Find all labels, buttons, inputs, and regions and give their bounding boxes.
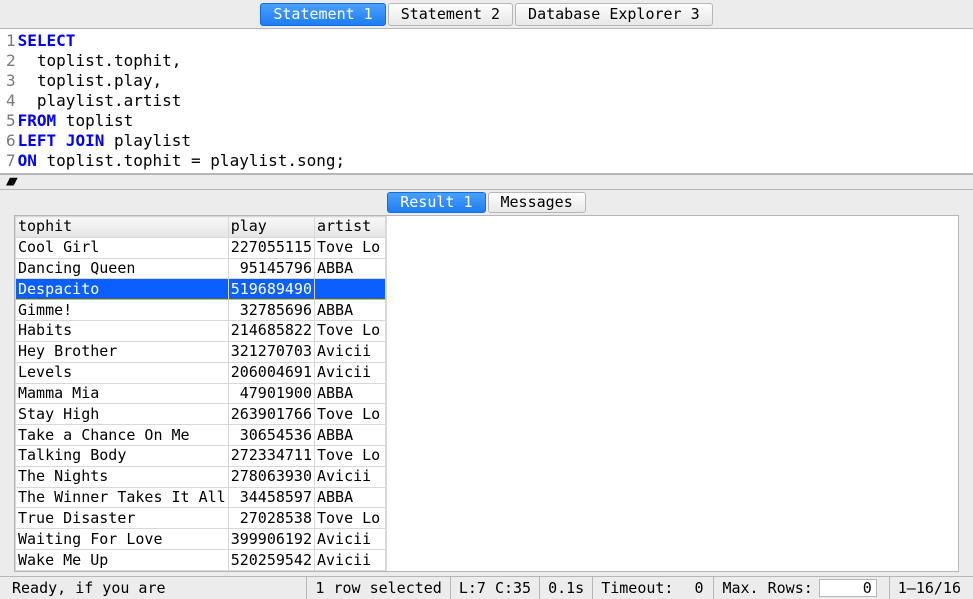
table-cell[interactable]: 520259542 <box>228 550 314 571</box>
table-cell[interactable]: 263901766 <box>228 404 314 425</box>
table-cell[interactable]: 272334711 <box>228 445 314 466</box>
status-selection: 1 row selected <box>307 577 450 599</box>
table-row[interactable]: Habits214685822Tove Lo <box>16 321 386 342</box>
table-row[interactable]: Stay High263901766Tove Lo <box>16 404 386 425</box>
table-cell[interactable]: Tove Lo <box>315 445 386 466</box>
table-row[interactable]: Waiting For Love399906192Avicii <box>16 529 386 550</box>
table-cell[interactable]: Talking Body <box>16 445 229 466</box>
table-cell[interactable]: 519689490 <box>228 279 314 300</box>
results-tabbar: Result 1Messages <box>0 190 973 215</box>
table-cell[interactable]: Tove Lo <box>315 321 386 342</box>
table-row[interactable]: True Disaster27028538Tove Lo <box>16 508 386 529</box>
table-cell[interactable]: Tove Lo <box>315 508 386 529</box>
split-arrows-icon: ▲▼ <box>6 174 14 189</box>
table-cell[interactable]: The Nights <box>16 466 229 487</box>
table-cell[interactable]: ABBA <box>315 383 386 404</box>
table-cell[interactable]: ABBA <box>315 487 386 508</box>
table-cell[interactable]: Habits <box>16 321 229 342</box>
table-cell[interactable]: Tove Lo <box>315 404 386 425</box>
table-cell[interactable]: Take a Chance On Me <box>16 425 229 446</box>
table-row[interactable]: Cool Girl227055115Tove Lo <box>16 237 386 258</box>
sql-editor-panel: 1 2 3 4 5 6 7 SELECT toplist.tophit, top… <box>0 29 973 174</box>
top-tab-1[interactable]: Statement 2 <box>388 3 513 26</box>
table-cell[interactable]: Avicii <box>315 362 386 383</box>
table-cell[interactable]: 30654536 <box>228 425 314 446</box>
table-header-artist[interactable]: artist <box>315 217 386 238</box>
table-cell[interactable]: Avicii <box>315 341 386 362</box>
table-cell[interactable]: ABBA <box>315 258 386 279</box>
status-paging: 1–16/16 <box>890 577 969 599</box>
table-cell[interactable]: Despacito <box>16 279 229 300</box>
table-row[interactable]: Wake Me Up520259542Avicii <box>16 550 386 571</box>
table-cell[interactable]: 206004691 <box>228 362 314 383</box>
table-cell[interactable]: 399906192 <box>228 529 314 550</box>
table-row[interactable]: Dancing Queen95145796ABBA <box>16 258 386 279</box>
status-timeout-value[interactable]: 0 <box>673 579 705 597</box>
table-cell[interactable]: Waiting For Love <box>16 529 229 550</box>
table-cell[interactable] <box>315 279 386 300</box>
editor-code[interactable]: SELECT toplist.tophit, toplist.play, pla… <box>18 31 973 171</box>
table-cell[interactable]: Stay High <box>16 404 229 425</box>
table-cell[interactable]: 321270703 <box>228 341 314 362</box>
status-maxrows-label: Max. Rows: <box>722 579 812 597</box>
status-elapsed: 0.1s <box>540 577 593 599</box>
table-cell[interactable]: 47901900 <box>228 383 314 404</box>
table-row[interactable]: Levels206004691Avicii <box>16 362 386 383</box>
table-header-play[interactable]: play <box>228 217 314 238</box>
table-cell[interactable]: True Disaster <box>16 508 229 529</box>
table-row[interactable]: Hey Brother321270703Avicii <box>16 341 386 362</box>
status-timeout-label: Timeout: <box>601 579 673 597</box>
table-cell[interactable]: Tove Lo <box>315 237 386 258</box>
results-area: Result 1Messages tophitplayartistCool Gi… <box>0 190 973 576</box>
table-row[interactable]: Despacito519689490 <box>16 279 386 300</box>
table-cell[interactable]: Avicii <box>315 529 386 550</box>
table-cell[interactable]: Mamma Mia <box>16 383 229 404</box>
table-cell[interactable]: 95145796 <box>228 258 314 279</box>
table-cell[interactable]: Wake Me Up <box>16 550 229 571</box>
table-row[interactable]: Mamma Mia47901900ABBA <box>16 383 386 404</box>
table-row[interactable]: The Winner Takes It All34458597ABBA <box>16 487 386 508</box>
table-row[interactable]: Talking Body272334711Tove Lo <box>16 445 386 466</box>
table-cell[interactable]: Avicii <box>315 550 386 571</box>
status-bar: Ready, if you are 1 row selected L:7 C:3… <box>0 576 973 599</box>
table-cell[interactable]: ABBA <box>315 425 386 446</box>
table-cell[interactable]: 27028538 <box>228 508 314 529</box>
table-cell[interactable]: Levels <box>16 362 229 383</box>
table-cell[interactable]: Dancing Queen <box>16 258 229 279</box>
table-row[interactable]: Gimme!32785696ABBA <box>16 300 386 321</box>
result-grid-filler <box>386 216 958 571</box>
sql-editor[interactable]: 1 2 3 4 5 6 7 SELECT toplist.tophit, top… <box>0 29 973 173</box>
top-tabbar: Statement 1Statement 2Database Explorer … <box>0 0 973 29</box>
top-tab-0[interactable]: Statement 1 <box>260 3 385 26</box>
table-cell[interactable]: 227055115 <box>228 237 314 258</box>
table-cell[interactable]: ABBA <box>315 300 386 321</box>
result-grid-panel: tophitplayartistCool Girl227055115Tove L… <box>14 215 959 572</box>
table-cell[interactable]: Avicii <box>315 466 386 487</box>
table-row[interactable]: Take a Chance On Me30654536ABBA <box>16 425 386 446</box>
table-cell[interactable]: 34458597 <box>228 487 314 508</box>
status-maxrows: Max. Rows: 0 <box>714 577 889 599</box>
horizontal-split-handle[interactable]: ▲▼ <box>0 174 973 190</box>
table-cell[interactable]: Cool Girl <box>16 237 229 258</box>
results-tab-1[interactable]: Messages <box>488 192 586 213</box>
table-cell[interactable]: 32785696 <box>228 300 314 321</box>
editor-gutter: 1 2 3 4 5 6 7 <box>0 31 18 171</box>
table-header-row: tophitplayartist <box>16 217 386 238</box>
results-tab-0[interactable]: Result 1 <box>387 192 485 213</box>
table-cell[interactable]: The Winner Takes It All <box>16 487 229 508</box>
table-cell[interactable]: Gimme! <box>16 300 229 321</box>
table-cell[interactable]: 214685822 <box>228 321 314 342</box>
status-cursor-position: L:7 C:35 <box>451 577 540 599</box>
table-header-tophit[interactable]: tophit <box>16 217 229 238</box>
app-root: Statement 1Statement 2Database Explorer … <box>0 0 973 599</box>
status-timeout: Timeout: 0 <box>593 577 714 599</box>
table-cell[interactable]: 278063930 <box>228 466 314 487</box>
top-tab-2[interactable]: Database Explorer 3 <box>515 3 713 26</box>
result-table[interactable]: tophitplayartistCool Girl227055115Tove L… <box>15 216 386 571</box>
status-maxrows-input[interactable]: 0 <box>819 579 877 597</box>
table-row[interactable]: The Nights278063930Avicii <box>16 466 386 487</box>
table-cell[interactable]: Hey Brother <box>16 341 229 362</box>
status-ready: Ready, if you are <box>4 577 307 599</box>
